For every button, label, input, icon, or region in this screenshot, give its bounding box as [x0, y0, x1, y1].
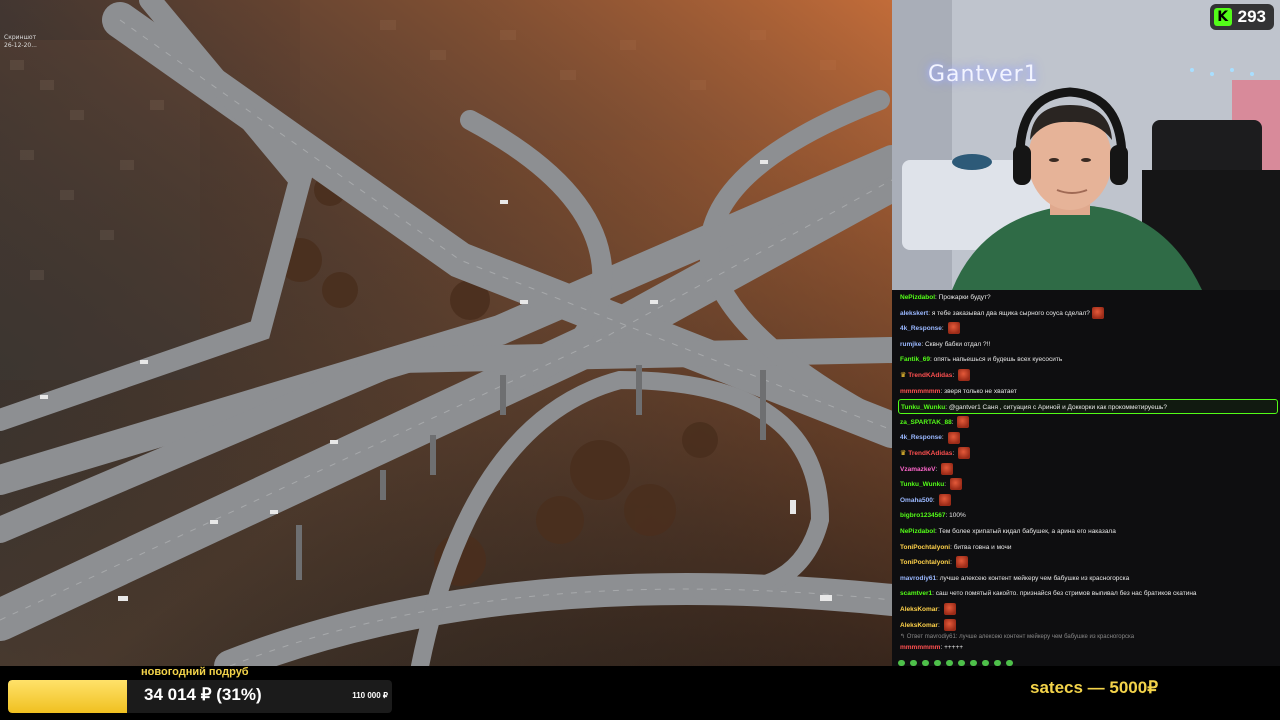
- chat-username[interactable]: AleksKomar: [900, 622, 938, 629]
- chat-emote-icon: [957, 447, 970, 460]
- chat-panel: NePizdabol: Прожарки будут? alekskert: я …: [892, 290, 1280, 666]
- goal-target-text: 110 000 ₽: [352, 691, 388, 700]
- kick-icon: K: [1213, 8, 1232, 26]
- chat-message: Tunku_Wunku:: [898, 477, 1278, 492]
- screenshot-label-date: 26-12-20...: [4, 42, 37, 49]
- webcam-scene: [892, 0, 1280, 290]
- chat-text: я тебе заказывал два ящика сырного соуса…: [931, 309, 1090, 317]
- chat-message: mmmmmmm: зверя только не хватает: [900, 387, 1017, 395]
- chat-message: AleksKomar:: [898, 618, 1278, 633]
- chat-message-last: mmmmmmm: +++++: [900, 644, 964, 651]
- chat-message: bigbro1234567: 100%: [900, 512, 966, 520]
- chat-message: NePizdabol: Тем более хрипатый кидал баб…: [900, 528, 1116, 535]
- chat-username[interactable]: alekskert: [900, 310, 928, 317]
- chat-username[interactable]: 4k_Response: [900, 325, 942, 332]
- chat-username[interactable]: bigbro1234567: [900, 512, 946, 519]
- bottom-bar: новогодний подруб 34 014 ₽ (31%) 110 000…: [0, 666, 1280, 720]
- goal-progress-bar: 34 014 ₽ (31%) 110 000 ₽: [8, 680, 392, 713]
- chat-emote-icon: [943, 618, 956, 631]
- goal-title: новогодний подруб: [141, 666, 249, 678]
- chat-message: Omaha500:: [898, 493, 1278, 508]
- chat-reply-preview: ↰ Ответ mavrodiy61: лучше алексею контен…: [900, 634, 1135, 640]
- chat-username[interactable]: mmmmmmm: [900, 644, 940, 651]
- goal-progress-text: 34 014 ₽ (31%): [144, 685, 262, 704]
- stream-main-video: Скриншот 26-12-20...: [0, 0, 892, 666]
- chat-message: scamtver1: саш чето помятый какойто. при…: [900, 590, 1197, 598]
- chat-emote-icon: [938, 494, 951, 507]
- highway-interchange-image: [0, 0, 892, 666]
- chat-emote-icon: [955, 556, 968, 569]
- chat-emote-icon: [947, 431, 960, 444]
- chat-text: @gantver1 Саня , ситуация с Ариной и Док…: [948, 404, 1167, 412]
- chat-username[interactable]: rumjke: [900, 341, 921, 348]
- chat-username[interactable]: scamtver1: [900, 590, 932, 597]
- chat-username[interactable]: Tunku_Wunku: [901, 404, 945, 411]
- chat-emote-icon: [943, 603, 956, 616]
- neon-sign: Gantver1: [928, 62, 1039, 87]
- chat-text: лучше алексею контент мейкеру чем бабушк…: [939, 574, 1130, 582]
- viewer-count-badge: K 293: [1209, 4, 1274, 30]
- chat-emote-icon: [941, 462, 954, 475]
- chat-message: za_SPARTAK_88:: [898, 415, 1278, 430]
- chat-message: Fantik_69: опять напьешься и будешь всех…: [900, 356, 1063, 364]
- chat-emote-icon: [957, 416, 970, 429]
- chat-username[interactable]: Fantik_69: [900, 356, 930, 363]
- chat-username[interactable]: Omaha500: [900, 497, 933, 504]
- chat-username[interactable]: NePizdabol: [900, 294, 935, 301]
- chat-message: 4k_Response:: [898, 430, 1278, 445]
- chat-emote-icon: [957, 369, 970, 382]
- viewer-count: 293: [1237, 7, 1266, 26]
- screenshot-label: Скриншот 26-12-20...: [4, 34, 37, 50]
- chat-text: саш чето помятый какойто. признайся без …: [935, 590, 1197, 598]
- chat-message: 4k_Response:: [898, 321, 1278, 336]
- chat-username[interactable]: AleksKomar: [900, 606, 938, 613]
- chat-text: +++++: [944, 644, 964, 651]
- chat-text: Прожарки будут?: [938, 294, 991, 301]
- chat-message: NePizdabol: Прожарки будут?: [900, 294, 991, 301]
- goal-progress-fill: [8, 680, 128, 713]
- crown-badge-icon: ♛: [900, 372, 907, 379]
- webcam-overlay: Gantver1 K 293: [892, 0, 1280, 290]
- chat-username[interactable]: TrendKAdidas: [908, 372, 952, 379]
- chat-username[interactable]: za_SPARTAK_88: [900, 419, 952, 426]
- chat-username[interactable]: ToniPochtalyoni: [900, 559, 950, 566]
- chat-message: ♛ TrendKAdidas:: [898, 446, 1278, 461]
- chat-emote-icon: [949, 478, 962, 491]
- chat-message: alekskert: я тебе заказывал два ящика сы…: [898, 306, 1278, 321]
- chat-message: AleksKomar:: [898, 602, 1278, 617]
- chat-message: mavrodiy61: лучше алексею контент мейкер…: [900, 574, 1130, 582]
- chat-text: опять напьешься и будешь всех куесосить: [933, 356, 1063, 364]
- chat-text: Тем более хрипатый кидал бабушек, а арин…: [938, 528, 1116, 535]
- screenshot-label-title: Скриншот: [4, 34, 37, 41]
- chat-username[interactable]: 4k_Response: [900, 434, 942, 441]
- chat-username[interactable]: TrendKAdidas: [908, 450, 952, 457]
- chat-text: 100%: [949, 512, 966, 520]
- chat-text: Сквну бабки отдал ?!!: [924, 340, 991, 348]
- chat-username[interactable]: Tunku_Wunku: [900, 481, 944, 488]
- chat-message: VzamazkeV:: [898, 462, 1278, 477]
- crown-badge-icon: ♛: [900, 450, 907, 457]
- chat-message: Tunku_Wunku: @gantver1 Саня , ситуация с…: [898, 399, 1278, 415]
- chat-text: зверя только не хватает: [944, 387, 1017, 395]
- chat-message: ToniPochtalyoni: битва говна и мочи: [900, 543, 1012, 551]
- donation-ticker: satecs — 5000₽: [1030, 678, 1159, 697]
- chat-username[interactable]: VzamazkeV: [900, 466, 935, 473]
- chat-username[interactable]: mmmmmmm: [900, 388, 940, 395]
- chat-message: ♛ TrendKAdidas:: [898, 368, 1278, 383]
- chat-emote-icon: [1091, 306, 1104, 319]
- chat-username[interactable]: mavrodiy61: [900, 575, 936, 582]
- chat-username[interactable]: ToniPochtalyoni: [900, 544, 950, 551]
- chat-message: ToniPochtalyoni:: [898, 555, 1278, 570]
- chat-emote-icon: [947, 322, 960, 335]
- chat-text: битва говна и мочи: [953, 543, 1012, 551]
- chat-message: rumjke: Сквну бабки отдал ?!!: [900, 340, 991, 348]
- chat-username[interactable]: NePizdabol: [900, 528, 935, 535]
